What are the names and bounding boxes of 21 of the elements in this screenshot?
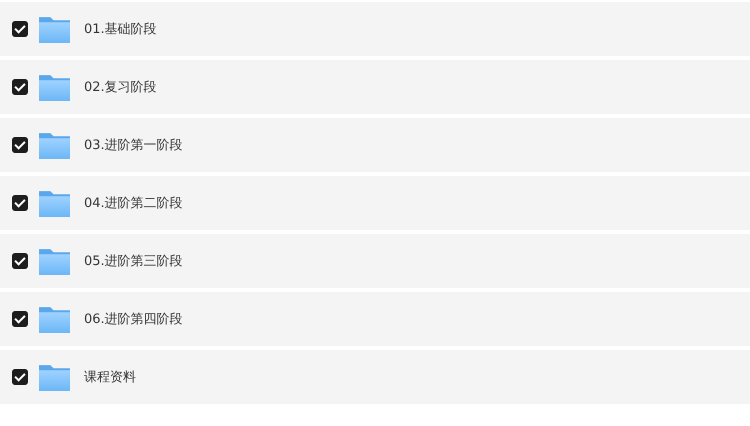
folder-row[interactable]: 04.进阶第二阶段: [0, 176, 750, 230]
folder-row[interactable]: 01.基础阶段: [0, 2, 750, 56]
folder-name: 01.基础阶段: [84, 21, 157, 38]
folder-row[interactable]: 03.进阶第一阶段: [0, 118, 750, 172]
folder-row[interactable]: 05.进阶第三阶段: [0, 234, 750, 288]
folder-row[interactable]: 课程资料: [0, 350, 750, 404]
checkbox[interactable]: [12, 79, 28, 95]
folder-name: 04.进阶第二阶段: [84, 195, 183, 212]
checkbox[interactable]: [12, 195, 28, 211]
folder-name: 05.进阶第三阶段: [84, 253, 183, 270]
folder-row[interactable]: 06.进阶第四阶段: [0, 292, 750, 346]
checkbox[interactable]: [12, 21, 28, 37]
checkbox[interactable]: [12, 369, 28, 385]
checkbox[interactable]: [12, 137, 28, 153]
folder-name: 03.进阶第一阶段: [84, 137, 183, 154]
folder-name: 06.进阶第四阶段: [84, 311, 183, 328]
checkbox[interactable]: [12, 253, 28, 269]
folder-name: 02.复习阶段: [84, 79, 157, 96]
checkbox[interactable]: [12, 311, 28, 327]
folder-row[interactable]: 02.复习阶段: [0, 60, 750, 114]
folder-name: 课程资料: [84, 369, 136, 386]
